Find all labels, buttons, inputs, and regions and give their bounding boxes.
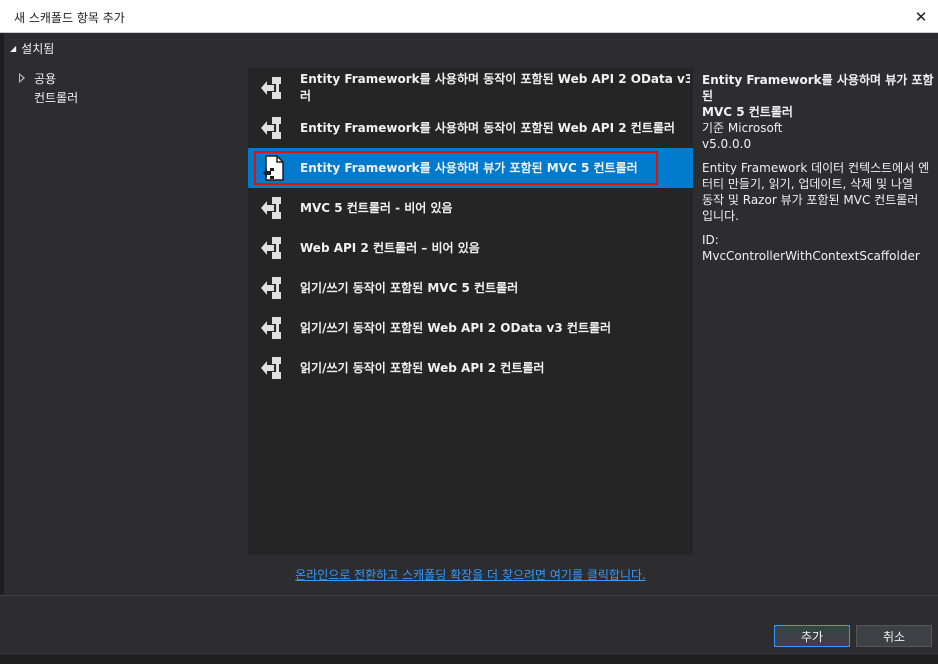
- details-panel: Entity Framework를 사용하며 뷰가 포함된 MVC 5 컨트롤러…: [702, 72, 934, 264]
- list-item-label-line1: 읽기/쓰기 동작이 포함된 Web API 2 컨트롤러: [300, 360, 545, 375]
- details-author: 기준 Microsoft: [702, 121, 783, 135]
- list-item-label: Web API 2 컨트롤러 – 비어 있음: [300, 228, 690, 268]
- list-item[interactable]: 읽기/쓰기 동작이 포함된 Web API 2 컨트롤러: [248, 348, 693, 388]
- list-item[interactable]: Entity Framework를 사용하며 동작이 포함된 Web API 2…: [248, 68, 693, 108]
- list-item[interactable]: Entity Framework를 사용하며 동작이 포함된 Web API 2…: [248, 108, 693, 148]
- details-description-line1: Entity Framework 데이터 컨텍스트에서 엔: [702, 161, 930, 175]
- list-item-label: Entity Framework를 사용하며 동작이 포함된 Web API 2…: [300, 108, 690, 148]
- details-spacer: [702, 152, 934, 160]
- list-item-label: Entity Framework를 사용하며 뷰가 포함된 MVC 5 컨트롤러: [300, 148, 690, 188]
- details-spacer: [702, 224, 934, 232]
- tree-item-controller[interactable]: 컨트롤러: [18, 88, 238, 107]
- list-item-label: Entity Framework를 사용하며 동작이 포함된 Web API 2…: [300, 68, 690, 108]
- details-title-line2: MVC 5 컨트롤러: [702, 105, 793, 119]
- scaffold-list: Entity Framework를 사용하며 동작이 포함된 Web API 2…: [248, 68, 693, 555]
- list-item-label-line1: 읽기/쓰기 동작이 포함된 MVC 5 컨트롤러: [300, 280, 519, 295]
- list-item-label: 읽기/쓰기 동작이 포함된 Web API 2 OData v3 컨트롤러: [300, 308, 690, 348]
- scaffold-icon: [261, 317, 281, 339]
- left-edge-divider: [0, 33, 4, 655]
- close-icon[interactable]: ✕: [904, 0, 938, 33]
- add-button[interactable]: 추가: [774, 625, 850, 647]
- list-item-label: MVC 5 컨트롤러 - 비어 있음: [300, 188, 690, 228]
- details-id: ID: MvcControllerWithContextScaffolder: [702, 233, 920, 263]
- list-item-label: 읽기/쓰기 동작이 포함된 MVC 5 컨트롤러: [300, 268, 690, 308]
- scaffold-icon: [261, 117, 281, 139]
- add-scaffold-dialog: 새 스캐폴드 항목 추가 ✕ ◢ 설치됨 공용 컨트롤러 Entity Fram…: [0, 0, 938, 664]
- category-tree: 공용 컨트롤러: [18, 69, 238, 107]
- list-item-label-line1: MVC 5 컨트롤러 - 비어 있음: [300, 200, 453, 215]
- scaffold-icon: [261, 197, 281, 219]
- list-item-label-line1: Entity Framework를 사용하며 뷰가 포함된 MVC 5 컨트롤러: [300, 160, 638, 175]
- expand-triangle-icon: ◢: [10, 43, 17, 53]
- tree-item-label: 컨트롤러: [34, 91, 79, 105]
- details-description-line2: 터티 만들기, 읽기, 업데이트, 삭제 및 나열: [702, 177, 913, 191]
- details-description-line3: 동작 및 Razor 뷰가 포함된 MVC 컨트롤러: [702, 193, 919, 207]
- installed-label: 설치됨: [21, 41, 55, 56]
- scaffold-icon: [261, 237, 281, 259]
- installed-section-header[interactable]: ◢ 설치됨: [10, 40, 54, 56]
- list-item[interactable]: 읽기/쓰기 동작이 포함된 Web API 2 OData v3 컨트롤러: [248, 308, 693, 348]
- details-title-line1: Entity Framework를 사용하며 뷰가 포함된: [702, 73, 934, 103]
- list-item-label-line2: 러: [300, 89, 312, 103]
- list-item[interactable]: Web API 2 컨트롤러 – 비어 있음: [248, 228, 693, 268]
- scaffold-icon: [261, 277, 281, 299]
- document-scaffold-icon: [263, 155, 284, 181]
- details-version: v5.0.0.0: [702, 137, 752, 151]
- list-item-label-line1: 읽기/쓰기 동작이 포함된 Web API 2 OData v3 컨트롤러: [300, 320, 612, 335]
- title-bar: 새 스캐폴드 항목 추가 ✕: [0, 0, 938, 33]
- list-item-label-line1: Entity Framework를 사용하며 동작이 포함된 Web API 2…: [300, 72, 690, 86]
- online-extensions-link[interactable]: 온라인으로 전환하고 스캐폴딩 확장을 더 찾으려면 여기를 클릭합니다.: [248, 566, 693, 583]
- cancel-button[interactable]: 취소: [856, 625, 932, 647]
- scaffold-icon: [261, 357, 281, 379]
- collapsed-triangle-icon[interactable]: [19, 73, 25, 83]
- tree-item-label: 공용: [34, 72, 57, 86]
- list-item-label-line1: Web API 2 컨트롤러 – 비어 있음: [300, 240, 480, 255]
- list-item-label-line1: Entity Framework를 사용하며 동작이 포함된 Web API 2…: [300, 120, 675, 135]
- list-item[interactable]: MVC 5 컨트롤러 - 비어 있음: [248, 188, 693, 228]
- list-item-selected[interactable]: Entity Framework를 사용하며 뷰가 포함된 MVC 5 컨트롤러: [248, 148, 693, 188]
- bottom-edge: [0, 655, 938, 664]
- details-description-line4: 입니다.: [702, 209, 739, 223]
- list-item-label: 읽기/쓰기 동작이 포함된 Web API 2 컨트롤러: [300, 348, 690, 388]
- dialog-title: 새 스캐폴드 항목 추가: [14, 11, 125, 25]
- scaffold-icon: [261, 77, 281, 99]
- tree-item-common[interactable]: 공용: [18, 69, 238, 88]
- list-item[interactable]: 읽기/쓰기 동작이 포함된 MVC 5 컨트롤러: [248, 268, 693, 308]
